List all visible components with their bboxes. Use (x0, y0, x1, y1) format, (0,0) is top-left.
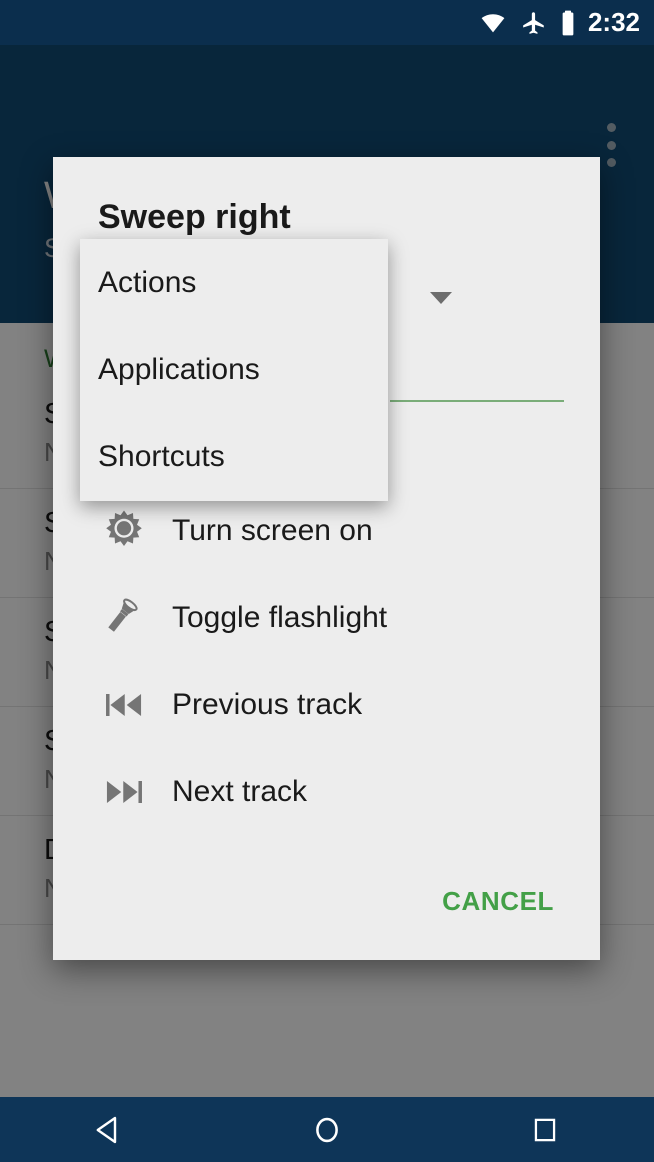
back-button[interactable] (69, 1097, 149, 1162)
airplane-mode-icon (520, 10, 548, 36)
action-item-label: Previous track (172, 687, 363, 721)
next-track-icon (98, 766, 150, 818)
battery-icon (560, 9, 576, 37)
wifi-icon (478, 10, 508, 36)
cancel-button[interactable]: CANCEL (436, 878, 560, 925)
category-dropdown-popup: Actions Applications Shortcuts (80, 239, 388, 501)
action-item-label: Toggle flashlight (172, 600, 388, 634)
android-screen: Wave actions Sweep left No Action Sweep … (0, 0, 654, 1162)
dropdown-item-actions[interactable]: Actions (80, 239, 388, 326)
recents-button[interactable] (505, 1097, 585, 1162)
dialog-title: Sweep right (98, 198, 291, 236)
chevron-down-icon[interactable] (430, 292, 452, 304)
dropdown-item-applications[interactable]: Applications (80, 326, 388, 413)
dropdown-item-shortcuts[interactable]: Shortcuts (80, 413, 388, 500)
home-button[interactable] (287, 1097, 367, 1162)
sun-icon (98, 505, 150, 557)
spinner-underline (390, 400, 564, 402)
action-item-toggle-flashlight[interactable]: Toggle flashlight (53, 574, 600, 661)
action-item-next-track[interactable]: Next track (53, 748, 600, 835)
action-list: Turn screen on Toggle flashlight Previou… (53, 487, 600, 835)
previous-track-icon (98, 679, 150, 731)
status-bar: 2:32 (0, 0, 654, 45)
action-item-previous-track[interactable]: Previous track (53, 661, 600, 748)
action-item-label: Turn screen on (172, 513, 373, 547)
navigation-bar (0, 1097, 654, 1162)
action-item-label: Next track (172, 774, 308, 808)
status-bar-clock: 2:32 (587, 7, 640, 37)
flashlight-icon (98, 592, 150, 644)
